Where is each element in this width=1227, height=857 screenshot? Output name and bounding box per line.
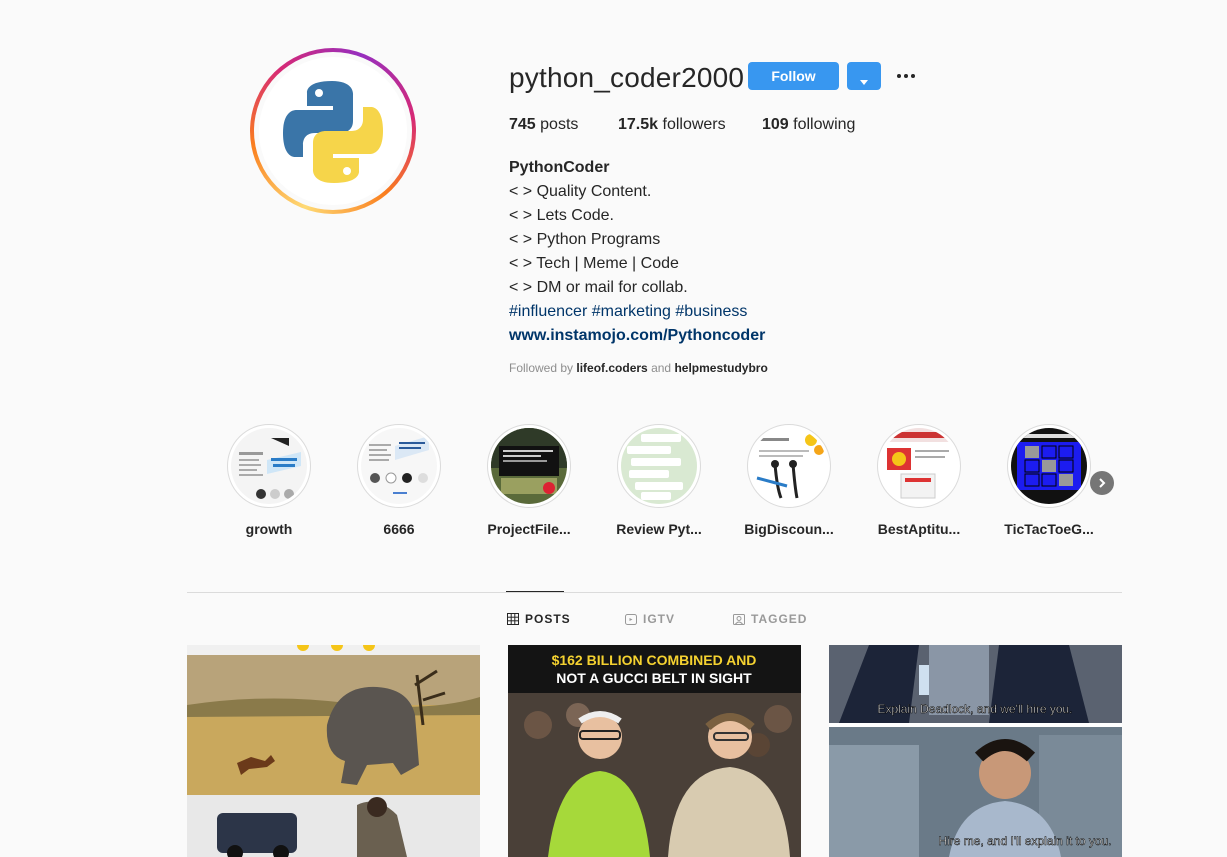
highlight-label: Review Pyt... [616, 521, 702, 537]
dot-icon [911, 74, 915, 78]
python-logo-icon [283, 81, 383, 183]
suggested-accounts-button[interactable] [847, 62, 881, 90]
profile-avatar[interactable] [259, 57, 407, 205]
followers-count: 17.5k [618, 116, 659, 133]
highlights-next-button[interactable] [1090, 471, 1114, 495]
highlight-image [881, 428, 957, 504]
caret-down-icon [860, 79, 868, 85]
highlight-image [361, 428, 437, 504]
profile-bio: PythonCoder < > Quality Content. < > Let… [509, 156, 765, 348]
bio-website-link[interactable]: www.instamojo.com/Pythoncoder [509, 324, 765, 348]
highlight-ring [617, 424, 701, 508]
highlight-label: growth [245, 521, 293, 537]
follow-button[interactable]: Follow [748, 62, 839, 90]
posts-count: 745 [509, 116, 536, 133]
highlight-growth[interactable]: growth [209, 424, 329, 537]
tab-igtv[interactable]: IGTV [625, 612, 675, 626]
meme-caption-bottom: Hire me, and I'll explain it to you. [938, 834, 1111, 848]
post-thumbnail[interactable] [187, 645, 480, 857]
post-thumbnail[interactable]: Explain Deadlock, and we'll hire you. Hi… [829, 645, 1122, 857]
highlight-ring [1007, 424, 1091, 508]
highlight-image [491, 428, 567, 504]
bio-line: < > DM or mail for collab. [509, 279, 688, 296]
highlight-bigdiscount[interactable]: BigDiscoun... [729, 424, 849, 537]
bio-line: < > Lets Code. [509, 207, 614, 224]
highlight-ring [747, 424, 831, 508]
profile-avatar-ring[interactable] [250, 48, 416, 214]
followed-by-prefix: Followed by [509, 361, 574, 375]
following-count: 109 [762, 116, 789, 133]
highlight-bestaptitude[interactable]: BestAptitu... [859, 424, 979, 537]
followed-by-and: and [651, 361, 672, 375]
avatar-spacer [254, 52, 412, 210]
bio-line: < > Python Programs [509, 231, 661, 248]
chevron-right-icon [1099, 478, 1106, 488]
highlight-thumbnail [361, 428, 437, 504]
highlight-label: ProjectFile... [487, 521, 571, 537]
followed-by-text[interactable]: Followed by lifeof.coders and helpmestud… [509, 361, 768, 375]
post-image-deadlock-meme: Explain Deadlock, and we'll hire you. Hi… [829, 645, 1122, 857]
highlight-ring [877, 424, 961, 508]
bio-line: < > Tech | Meme | Code [509, 255, 679, 272]
followers-stat[interactable]: 17.5k followers [618, 116, 726, 134]
highlight-label: BestAptitu... [877, 521, 961, 537]
posts-stat: 745 posts [509, 116, 578, 134]
tab-posts[interactable]: POSTS [507, 612, 571, 626]
highlight-label: TicTacToeG... [1004, 521, 1094, 537]
highlight-thumbnail [621, 428, 697, 504]
tab-active-indicator [506, 591, 564, 592]
highlight-ring [227, 424, 311, 508]
highlight-image [1011, 428, 1087, 504]
igtv-icon [625, 614, 637, 625]
tab-label: TAGGED [751, 612, 808, 626]
dot-icon [897, 74, 901, 78]
post-image-meme: $162 BILLION COMBINED AND NOT A GUCCI BE… [508, 645, 801, 857]
highlight-ring [487, 424, 571, 508]
more-options-button[interactable] [894, 64, 918, 88]
tagged-icon [733, 614, 745, 625]
highlight-ring [357, 424, 441, 508]
highlight-label: 6666 [383, 521, 415, 537]
tab-label: IGTV [643, 612, 676, 626]
highlight-thumbnail [1011, 428, 1087, 504]
highlight-review-python[interactable]: Review Pyt... [599, 424, 719, 537]
tab-label: POSTS [525, 612, 571, 626]
highlight-thumbnail [231, 428, 307, 504]
highlight-projectfile[interactable]: ProjectFile... [469, 424, 589, 537]
highlight-thumbnail [881, 428, 957, 504]
post-image-rhino [187, 645, 480, 857]
followed-by-user[interactable]: lifeof.coders [576, 361, 647, 375]
followed-by-user[interactable]: helpmestudybro [674, 361, 767, 375]
followers-label: followers [662, 116, 726, 133]
highlight-image [231, 428, 307, 504]
tabs-divider [187, 592, 1122, 593]
bio-name: PythonCoder [509, 159, 610, 176]
following-stat[interactable]: 109 following [762, 116, 855, 134]
bio-hashtags[interactable]: #influencer #marketing #business [509, 300, 765, 324]
highlight-label: BigDiscoun... [744, 521, 834, 537]
grid-icon [507, 613, 519, 625]
profile-username: python_coder2000 [509, 62, 745, 93]
meme-caption-line1: $162 BILLION COMBINED AND [552, 652, 757, 668]
following-label: following [793, 116, 856, 133]
posts-label: posts [540, 116, 579, 133]
tab-tagged[interactable]: TAGGED [733, 612, 807, 626]
post-thumbnail[interactable]: $162 BILLION COMBINED AND NOT A GUCCI BE… [508, 645, 801, 857]
highlight-image [621, 428, 697, 504]
bio-line: < > Quality Content. [509, 183, 652, 200]
meme-caption-top: Explain Deadlock, and we'll hire you. [877, 702, 1072, 716]
highlight-6666[interactable]: 6666 [339, 424, 459, 537]
dot-icon [904, 74, 908, 78]
highlight-thumbnail [751, 428, 827, 504]
meme-caption-line2: NOT A GUCCI BELT IN SIGHT [556, 670, 752, 686]
highlight-image [751, 428, 827, 504]
highlight-thumbnail [491, 428, 567, 504]
